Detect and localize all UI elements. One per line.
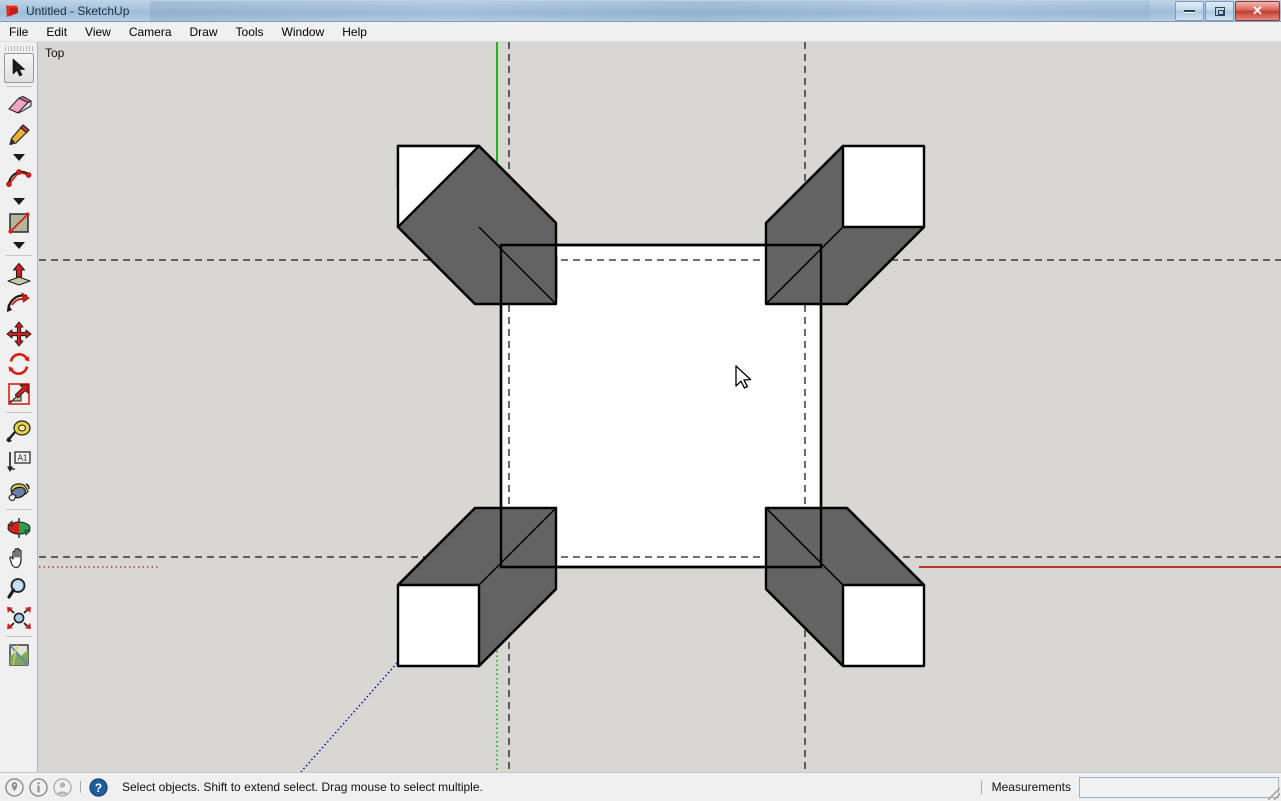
user-account-icon[interactable] xyxy=(53,777,72,797)
menu-window[interactable]: Window xyxy=(273,22,334,42)
large-tool-set-toolbar: A1 xyxy=(0,42,38,772)
move-arrows-icon xyxy=(6,321,31,347)
cursor-arrow-icon xyxy=(12,58,25,77)
tape-measure-icon xyxy=(5,420,31,443)
rectangle-icon xyxy=(7,212,30,234)
view-name-label: Top xyxy=(45,46,65,60)
follow-me-icon xyxy=(6,292,30,312)
menu-help[interactable]: Help xyxy=(333,22,376,42)
svg-text:?: ? xyxy=(95,780,102,794)
chevron-down-icon xyxy=(12,197,25,205)
toolbar-drag-handle[interactable] xyxy=(4,46,33,51)
close-icon: ✕ xyxy=(1252,3,1263,18)
menu-view[interactable]: View xyxy=(76,22,120,42)
measurements-input[interactable] xyxy=(1079,776,1279,798)
toolbar-separator xyxy=(5,636,32,637)
model-canvas[interactable] xyxy=(39,42,1281,772)
eraser-tool[interactable] xyxy=(4,90,34,120)
minimize-button[interactable] xyxy=(1175,1,1204,21)
toolbar-separator xyxy=(5,86,32,87)
beam-top-left[interactable] xyxy=(396,144,558,306)
map-icon xyxy=(8,644,29,666)
toolbar-separator xyxy=(5,255,32,256)
status-icon-group: ? xyxy=(5,777,108,797)
line-tool-dropdown[interactable] xyxy=(4,150,34,164)
menu-bar: File Edit View Camera Draw Tools Window … xyxy=(0,22,1281,42)
beam-bottom-right-end-face xyxy=(841,583,926,668)
arc-tool-dropdown[interactable] xyxy=(4,194,34,208)
menu-tools[interactable]: Tools xyxy=(227,22,273,42)
rectangle-tool[interactable] xyxy=(4,208,34,238)
svg-text:A1: A1 xyxy=(17,454,27,463)
zoom-extents-tool[interactable] xyxy=(4,603,34,633)
pan-tool[interactable] xyxy=(4,543,34,573)
beam-bottom-left-end-face xyxy=(396,583,481,668)
arc-tool[interactable] xyxy=(4,164,34,194)
close-button[interactable]: ✕ xyxy=(1235,1,1280,21)
window-controls: ✕ xyxy=(1174,1,1280,21)
orbit-icon xyxy=(6,518,31,538)
maximize-icon xyxy=(1214,6,1225,16)
zoom-extents-icon xyxy=(6,606,31,630)
chevron-down-icon xyxy=(12,241,25,249)
select-tool[interactable] xyxy=(3,53,34,83)
title-bar-reflection xyxy=(150,1,1150,21)
sketchup-logo-icon xyxy=(6,4,18,17)
help-question-icon[interactable]: ? xyxy=(89,777,108,797)
line-tool[interactable] xyxy=(4,120,34,150)
toolbar-separator xyxy=(5,412,32,413)
rectangle-tool-dropdown[interactable] xyxy=(4,238,34,252)
pencil-icon xyxy=(8,124,30,146)
chevron-down-icon xyxy=(12,153,25,161)
rotate-tool[interactable] xyxy=(4,349,34,379)
measurements-box: Measurements xyxy=(980,776,1279,798)
sketchup-window: Untitled - SketchUp ✕ File Edit View Cam… xyxy=(0,0,1281,801)
geo-location-icon[interactable] xyxy=(5,777,24,797)
measurements-label: Measurements xyxy=(991,780,1071,794)
beam-bottom-right[interactable] xyxy=(764,506,926,668)
hand-icon xyxy=(8,547,22,569)
menu-draw[interactable]: Draw xyxy=(181,22,227,42)
eraser-icon xyxy=(7,95,32,114)
status-divider xyxy=(80,781,81,793)
rotate-icon xyxy=(7,353,30,375)
menu-camera[interactable]: Camera xyxy=(120,22,181,42)
beam-top-right[interactable] xyxy=(764,144,926,306)
menu-file[interactable]: File xyxy=(0,22,37,42)
maximize-restore-button[interactable] xyxy=(1205,1,1234,21)
beam-bottom-left[interactable] xyxy=(396,506,558,668)
zoom-tool[interactable] xyxy=(4,573,34,603)
status-bar: ? Select objects. Shift to extend select… xyxy=(0,772,1281,801)
minimize-icon xyxy=(1184,9,1195,13)
tape-measure-tool[interactable] xyxy=(4,416,34,446)
arc-icon xyxy=(5,169,31,188)
paint-bucket-tool[interactable] xyxy=(4,476,34,506)
menu-edit[interactable]: Edit xyxy=(37,22,76,42)
toolbar-separator xyxy=(5,509,32,510)
dimension-tool[interactable]: A1 xyxy=(4,446,34,476)
paint-bucket-icon xyxy=(7,483,30,501)
push-pull-icon xyxy=(6,262,31,286)
status-message: Select objects. Shift to extend select. … xyxy=(122,780,483,794)
resize-grip[interactable] xyxy=(1268,788,1280,800)
beam-top-right-end-face xyxy=(841,144,926,229)
magnifier-icon xyxy=(6,578,25,599)
orbit-tool[interactable] xyxy=(4,513,34,543)
scale-icon xyxy=(7,383,30,405)
window-title: Untitled - SketchUp xyxy=(26,3,130,18)
blue-axis-line xyxy=(300,662,398,772)
followme-tool[interactable] xyxy=(4,289,34,319)
pushpull-tool[interactable] xyxy=(4,259,34,289)
move-tool[interactable] xyxy=(4,319,34,349)
measurements-divider xyxy=(980,780,982,794)
model-viewport[interactable]: Top xyxy=(39,42,1281,772)
add-location-tool[interactable] xyxy=(4,640,34,670)
title-bar[interactable]: Untitled - SketchUp ✕ xyxy=(0,0,1281,22)
model-info-icon[interactable] xyxy=(29,777,48,797)
scale-tool[interactable] xyxy=(4,379,34,409)
dimension-icon: A1 xyxy=(6,451,31,472)
